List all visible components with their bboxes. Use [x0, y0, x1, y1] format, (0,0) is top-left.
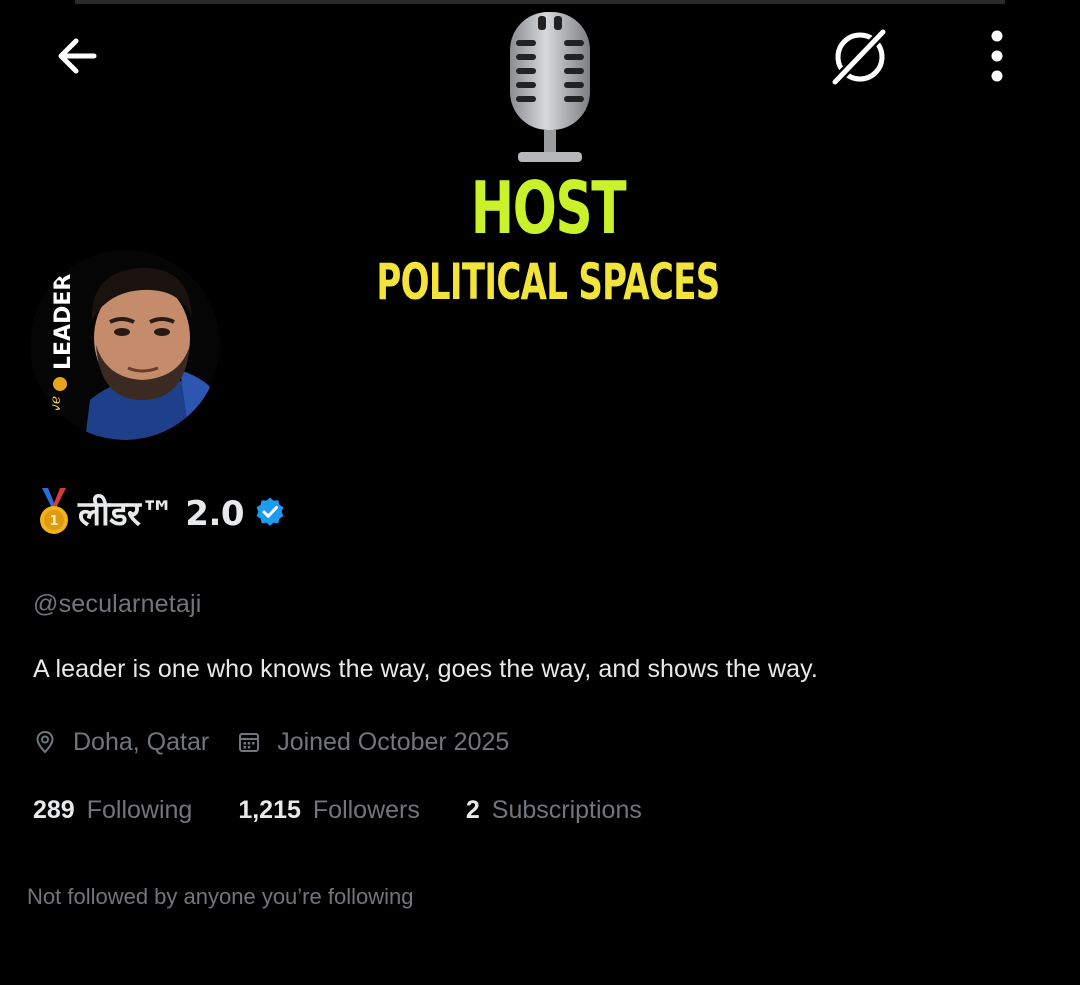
banner-subheadline: POLITICAL SPACES [376, 253, 720, 311]
banner-headline: HOST [470, 166, 627, 250]
medal-icon: 1 [40, 488, 68, 534]
grok-button[interactable] [818, 16, 898, 96]
location-pin-icon [36, 730, 54, 754]
display-name-row: 1 लीडर™ 2.0 [34, 484, 286, 540]
subscriptions-count: 2 [465, 795, 480, 824]
following-label: Following [86, 795, 193, 824]
profile-bio: A leader is one who knows the way, goes … [33, 655, 818, 683]
display-name: लीडर™ 2.0 [78, 494, 245, 534]
back-arrow-icon [58, 38, 97, 74]
more-options-button[interactable] [957, 16, 1037, 96]
profile-handle: @secularnetaji [33, 590, 202, 618]
profile-stats: 289 Following 1,215 Followers 2 Subscrip… [33, 790, 642, 830]
followers-link[interactable]: 1,215 Followers [238, 796, 420, 825]
calendar-icon [239, 733, 260, 752]
location-item: Doha, Qatar [33, 728, 209, 757]
following-link[interactable]: 289 Following [33, 796, 192, 825]
avatar-script-text: love [48, 396, 64, 425]
svg-text:1: 1 [49, 514, 58, 529]
location-text: Doha, Qatar [73, 727, 210, 756]
profile-avatar[interactable]: LEADER love [30, 250, 220, 440]
grok-icon [828, 25, 890, 89]
mutual-followers-note: Not followed by anyone you’re following [27, 884, 414, 909]
avatar-photo: LEADER love [30, 250, 220, 440]
banner-top-edge [75, 0, 1005, 4]
followers-label: Followers [312, 795, 420, 824]
profile-meta: Doha, Qatar Joined October 2025 [33, 722, 509, 762]
followers-count: 1,215 [238, 795, 301, 824]
subscriptions-label: Subscriptions [491, 795, 642, 824]
back-button[interactable] [38, 16, 118, 96]
more-vertical-icon [991, 30, 1003, 82]
joined-text: Joined October 2025 [277, 727, 510, 756]
joined-item: Joined October 2025 [237, 728, 509, 757]
microphone-icon [510, 12, 590, 162]
following-count: 289 [33, 795, 75, 824]
verified-badge-icon[interactable] [254, 496, 286, 528]
avatar-side-text: LEADER [51, 274, 76, 370]
subscriptions-link[interactable]: 2 Subscriptions [466, 796, 642, 825]
